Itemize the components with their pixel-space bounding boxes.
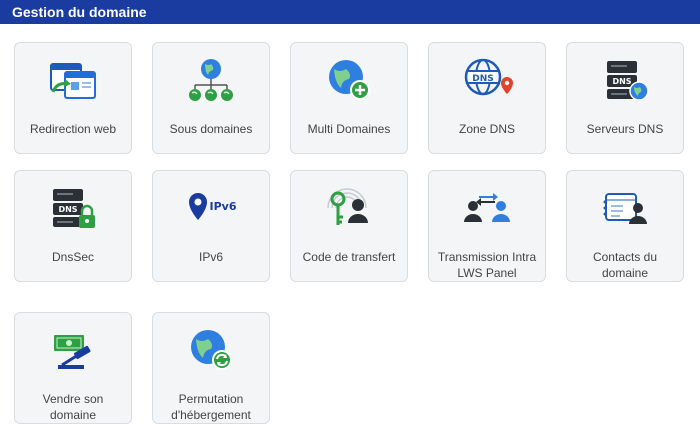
tile-code-de-transfert[interactable]: Code de transfert (290, 170, 408, 282)
tile-label: DnsSec (51, 250, 95, 264)
ipv6-pin-icon: IPv6 (153, 183, 269, 233)
users-transfer-icon (429, 183, 545, 233)
svg-text:DNS: DNS (612, 77, 631, 86)
dnssec-lock-icon: DNS (15, 183, 131, 233)
tile-transmission-intra-lws-panel[interactable]: Transmission Intra LWS Panel (428, 170, 546, 282)
tile-redirection-web[interactable]: Redirection web (14, 42, 132, 154)
contact-card-icon (567, 183, 683, 233)
subdomains-globe-icon (153, 55, 269, 105)
tile-label: Permutation d'hébergement (171, 392, 251, 422)
hosting-swap-globe-icon (153, 325, 269, 375)
transfer-code-key-icon (291, 183, 407, 233)
tile-sous-domaines[interactable]: Sous domaines (152, 42, 270, 154)
tile-label: Contacts du domaine (592, 250, 658, 280)
tile-permutation-hebergement[interactable]: Permutation d'hébergement (152, 312, 270, 424)
tile-multi-domaines[interactable]: Multi Domaines (290, 42, 408, 154)
tile-label: Multi Domaines (307, 122, 391, 136)
tile-ipv6[interactable]: IPv6 IPv6 (152, 170, 270, 282)
tile-label: Transmission Intra LWS Panel (437, 250, 537, 280)
tile-contacts-du-domaine[interactable]: Contacts du domaine (566, 170, 684, 282)
svg-text:DNS: DNS (58, 205, 77, 214)
tile-vendre-son-domaine[interactable]: Vendre son domaine (14, 312, 132, 424)
tile-label: Vendre son domaine (42, 392, 104, 422)
tile-label: Serveurs DNS (586, 122, 664, 136)
tile-serveurs-dns[interactable]: DNS Serveurs DNS (566, 42, 684, 154)
tile-label: IPv6 (198, 250, 223, 264)
sell-auction-icon (15, 325, 131, 375)
dns-server-icon: DNS (567, 55, 683, 105)
tile-label: Code de transfert (302, 250, 396, 264)
svg-text:DNS: DNS (472, 74, 494, 84)
dns-zone-globe-pin-icon: DNS (429, 55, 545, 105)
tile-dnssec[interactable]: DNS DnsSec (14, 170, 132, 282)
tile-zone-dns[interactable]: DNS Zone DNS (428, 42, 546, 154)
web-redirect-icon (15, 55, 131, 105)
tile-label: Zone DNS (458, 122, 516, 136)
svg-text:IPv6: IPv6 (210, 200, 237, 213)
tile-label: Redirection web (29, 122, 117, 136)
domain-tools-grid: Redirection web Sous domaines Multi Doma… (0, 0, 700, 447)
tile-label: Sous domaines (169, 122, 253, 136)
globe-add-icon (291, 55, 407, 105)
